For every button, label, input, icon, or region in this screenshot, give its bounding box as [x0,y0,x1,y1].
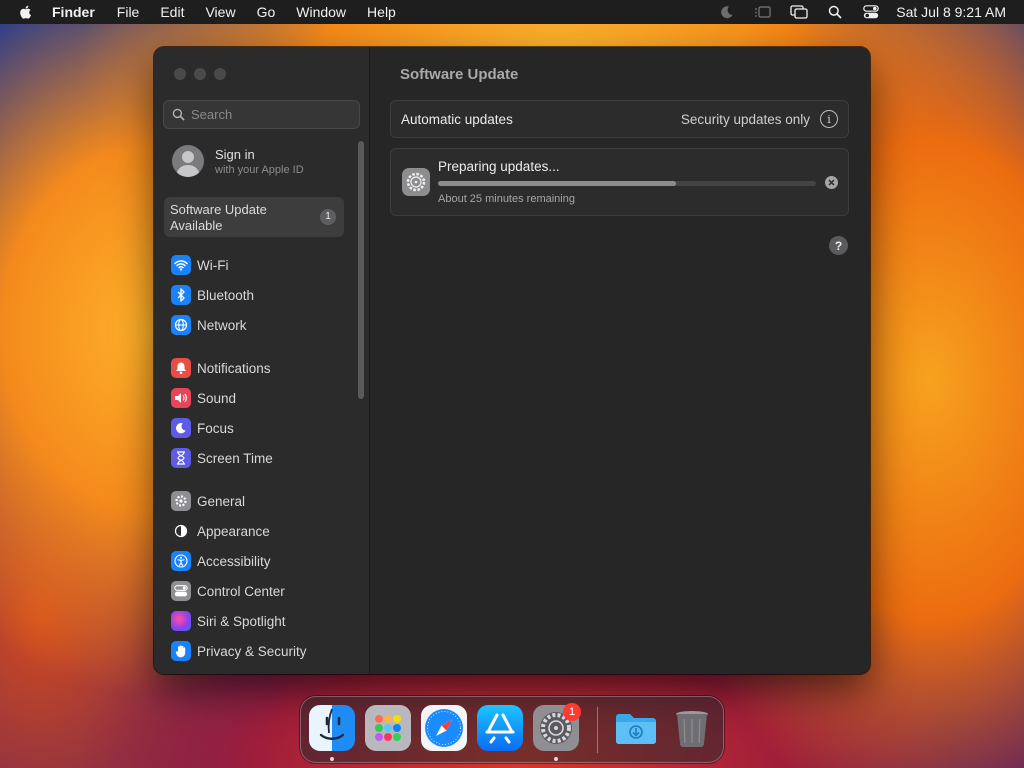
close-icon [828,179,835,186]
general-gear-icon [171,491,191,511]
sidebar-item-wifi[interactable]: Wi-Fi [171,252,228,278]
system-settings-badge: 1 [563,703,581,721]
focus-moon-icon [171,418,191,438]
sidebar-item-focus[interactable]: Focus [171,415,234,441]
menu-clock[interactable]: Sat Jul 8 9:21 AM [896,4,1006,20]
app-store-icon[interactable] [477,705,523,751]
sound-speaker-icon [171,388,191,408]
zoom-window-button[interactable] [214,68,226,80]
sidebar-item-label: Privacy & Security [197,643,307,659]
system-settings-gear-icon [402,168,430,196]
search-icon [172,108,185,121]
menu-window[interactable]: Window [296,4,346,20]
stage-manager-icon[interactable] [754,4,772,20]
update-progress-bar [438,181,816,186]
sidebar-item-label: Accessibility [197,553,271,569]
search-field[interactable] [163,100,360,129]
screen-mirroring-icon[interactable] [790,4,808,20]
sidebar-item-notifications[interactable]: Notifications [171,355,271,381]
close-window-button[interactable] [174,68,186,80]
info-icon[interactable]: i [820,110,838,128]
sidebar-item-sound[interactable]: Sound [171,385,236,411]
privacy-hand-icon [171,641,191,661]
control-center-icon[interactable] [862,4,880,20]
automatic-updates-label: Automatic updates [401,111,513,127]
software-update-label-line2: Available [170,218,223,233]
spotlight-search-icon[interactable] [826,4,844,20]
software-update-label-line1: Software Update [170,202,267,217]
bluetooth-icon [171,285,191,305]
sidebar: Sign in with your Apple ID Software Upda… [154,47,370,674]
menu-view[interactable]: View [205,4,235,20]
sidebar-item-label: General [197,493,246,509]
menu-edit[interactable]: Edit [160,4,184,20]
sidebar-item-general[interactable]: General [171,488,245,514]
automatic-updates-row: Automatic updates Security updates only … [390,100,849,138]
sidebar-item-label: Screen Time [197,450,273,466]
sidebar-item-network[interactable]: Network [171,312,247,338]
sidebar-item-software-update-available[interactable]: Software Update Available 1 [164,197,344,237]
launchpad-icon[interactable] [365,705,411,751]
siri-icon [171,611,191,631]
control-center-icon [171,581,191,601]
wifi-icon [171,255,191,275]
sidebar-item-screen-time[interactable]: Screen Time [171,445,273,471]
signin-title: Sign in [215,146,255,162]
sidebar-item-label: Network [197,317,247,333]
sidebar-item-privacy-security[interactable]: Privacy & Security [171,638,307,664]
avatar [172,145,204,177]
sidebar-item-accessibility[interactable]: Accessibility [171,548,271,574]
cancel-update-button[interactable] [825,176,838,189]
focus-moon-icon[interactable] [718,4,736,20]
search-input[interactable] [191,107,351,122]
apple-id-signin[interactable]: Sign in with your Apple ID [172,145,304,177]
menu-file[interactable]: File [117,4,140,20]
page-title: Software Update [400,66,519,83]
sidebar-item-siri-spotlight[interactable]: Siri & Spotlight [171,608,286,634]
update-status-title: Preparing updates... [438,159,560,174]
signin-subtitle: with your Apple ID [215,163,304,176]
window-controls [174,68,234,80]
screen-time-hourglass-icon [171,448,191,468]
appearance-icon [171,521,191,541]
apple-logo-icon[interactable] [18,4,34,20]
safari-icon[interactable] [421,705,467,751]
help-button[interactable]: ? [829,236,848,255]
software-update-pane: Software Update Automatic updates Securi… [370,47,870,674]
update-count-badge: 1 [320,209,336,225]
menu-go[interactable]: Go [257,4,276,20]
sidebar-item-control-center[interactable]: Control Center [171,578,285,604]
sidebar-item-label: Notifications [197,360,271,376]
trash-icon[interactable] [669,705,715,751]
update-time-remaining: About 25 minutes remaining [438,193,575,205]
menu-finder[interactable]: Finder [52,4,95,20]
dock: 1 [300,696,724,763]
sidebar-item-label: Appearance [197,523,270,539]
sidebar-item-bluetooth[interactable]: Bluetooth [171,282,254,308]
sidebar-item-label: Wi-Fi [197,257,229,273]
finder-icon[interactable] [309,705,355,751]
sidebar-item-appearance[interactable]: Appearance [171,518,270,544]
update-progress-card: Preparing updates... About 25 minutes re… [390,148,849,216]
system-settings-window: Sign in with your Apple ID Software Upda… [154,47,870,674]
minimize-window-button[interactable] [194,68,206,80]
update-progress-fill [438,181,677,186]
sidebar-item-label: Sound [197,390,237,406]
running-indicator [554,757,558,761]
sidebar-scrollbar[interactable] [358,141,364,399]
network-globe-icon [171,315,191,335]
menu-help[interactable]: Help [367,4,396,20]
accessibility-icon [171,551,191,571]
dock-divider [597,707,598,753]
notifications-bell-icon [171,358,191,378]
downloads-folder-icon[interactable] [613,705,659,751]
menu-bar: Finder File Edit View Go Window Help Sat… [0,0,1024,24]
sidebar-item-label: Bluetooth [197,287,255,303]
automatic-updates-value: Security updates only [680,111,810,127]
sidebar-item-label: Siri & Spotlight [197,613,286,629]
sidebar-item-label: Control Center [197,583,285,599]
sidebar-item-label: Focus [197,420,234,436]
running-indicator [330,757,334,761]
